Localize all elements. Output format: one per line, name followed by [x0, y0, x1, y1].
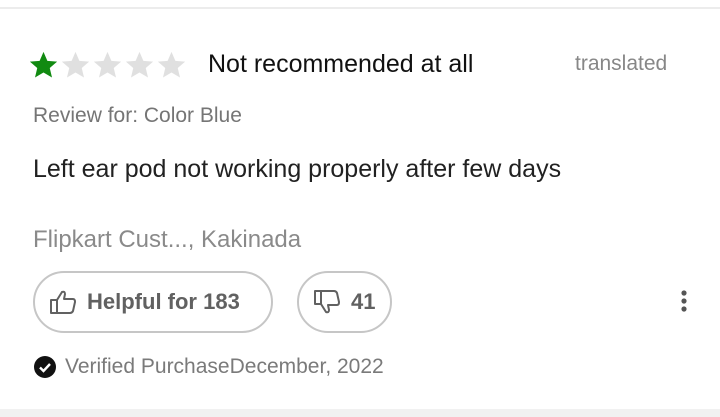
helpful-label: Helpful for 183	[87, 289, 240, 314]
more-vertical-icon[interactable]	[676, 288, 692, 316]
divider-top	[0, 7, 720, 9]
star-icon	[125, 51, 154, 78]
review-variant: Review for: Color Blue	[33, 104, 242, 127]
star-icon	[61, 51, 90, 78]
star-icon	[29, 51, 58, 78]
verified-label: Verified Purchase	[65, 355, 230, 378]
translated-link[interactable]: translated	[575, 52, 667, 76]
divider-bottom	[0, 409, 720, 417]
check-circle-icon	[34, 356, 56, 378]
verified-purchase: Verified Purchase December, 2022	[33, 355, 384, 379]
thumbs-up-icon	[50, 290, 76, 314]
review-title: Not recommended at all	[208, 50, 474, 78]
review-body: Left ear pod not working properly after …	[33, 155, 562, 183]
review-date: December, 2022	[229, 355, 384, 378]
star-icon	[157, 51, 186, 78]
dislike-count: 41	[351, 289, 376, 314]
dislike-button[interactable]: 41	[297, 271, 392, 333]
star-icon	[93, 51, 122, 78]
thumbs-down-icon	[314, 290, 340, 314]
helpful-button[interactable]: Helpful for 183	[33, 271, 273, 333]
review-author: Flipkart Cust..., Kakinada	[33, 226, 302, 253]
star-rating	[28, 50, 187, 80]
